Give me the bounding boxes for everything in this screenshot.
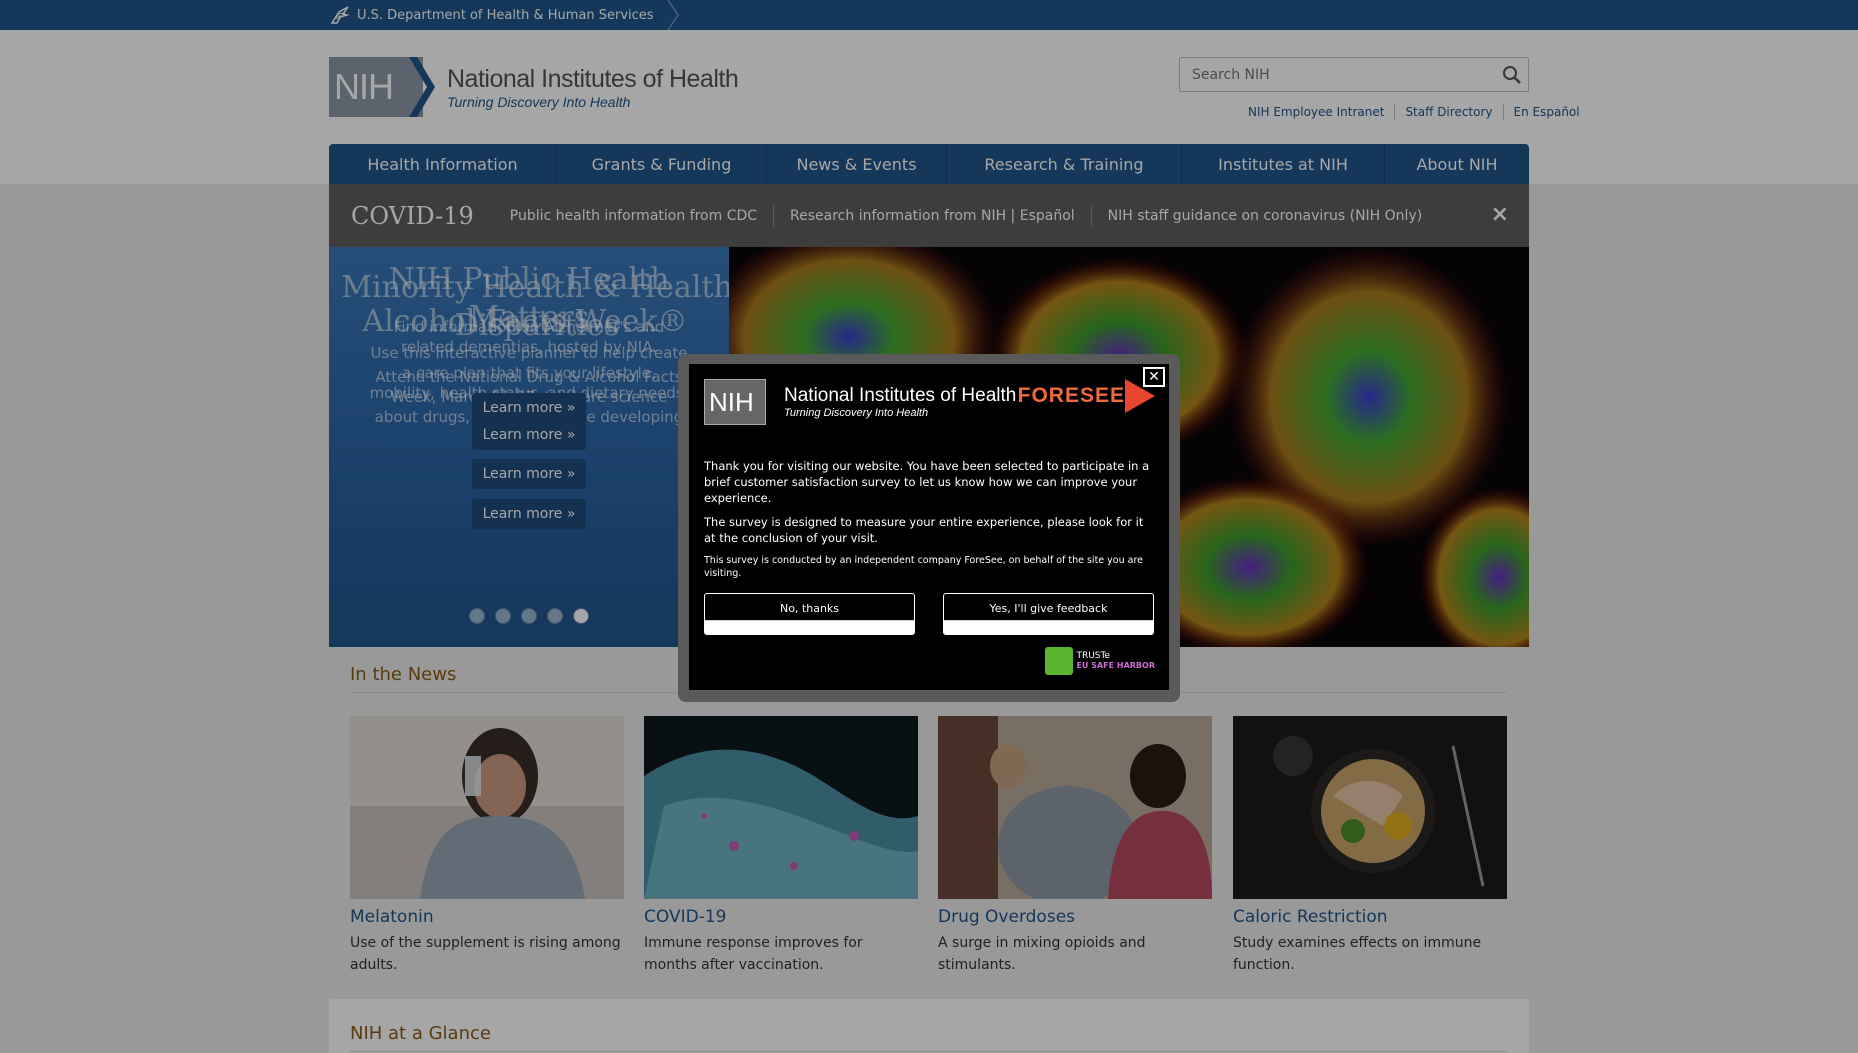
foresee-arrow-icon bbox=[1125, 379, 1155, 413]
modal-logo-text: National Institutes of Health Turning Di… bbox=[784, 385, 1016, 419]
foresee-logo: FORESEE bbox=[1018, 379, 1155, 413]
modal-nih-logo: NIH National Institutes of Health Turnin… bbox=[704, 379, 1016, 425]
truste-sub: EU SAFE HARBOR bbox=[1076, 661, 1155, 670]
truste-badge[interactable]: TRUSTe EU SAFE HARBOR bbox=[1045, 647, 1155, 675]
modal-message-3: This survey is conducted by an independe… bbox=[704, 555, 1144, 579]
modal-logo-abbr: NIH bbox=[709, 386, 754, 417]
modal-message-1: Thank you for visiting our website. You … bbox=[704, 459, 1150, 505]
accept-feedback-button[interactable]: Yes, I'll give feedback bbox=[943, 593, 1154, 635]
modal-logo-mark: NIH bbox=[704, 379, 766, 425]
decline-button[interactable]: No, thanks bbox=[704, 593, 915, 635]
truste-label: TRUSTe bbox=[1076, 651, 1111, 661]
modal-org-tagline: Turning Discovery Into Health bbox=[784, 407, 929, 419]
truste-icon bbox=[1045, 647, 1074, 675]
survey-modal: ✕ NIH National Institutes of Health Turn… bbox=[689, 364, 1169, 690]
modal-message-2: The survey is designed to measure your e… bbox=[704, 515, 1144, 545]
foresee-wordmark: FORESEE bbox=[1017, 384, 1125, 407]
modal-org-name: National Institutes of Health bbox=[784, 385, 1017, 406]
truste-text: TRUSTe EU SAFE HARBOR bbox=[1076, 651, 1155, 671]
